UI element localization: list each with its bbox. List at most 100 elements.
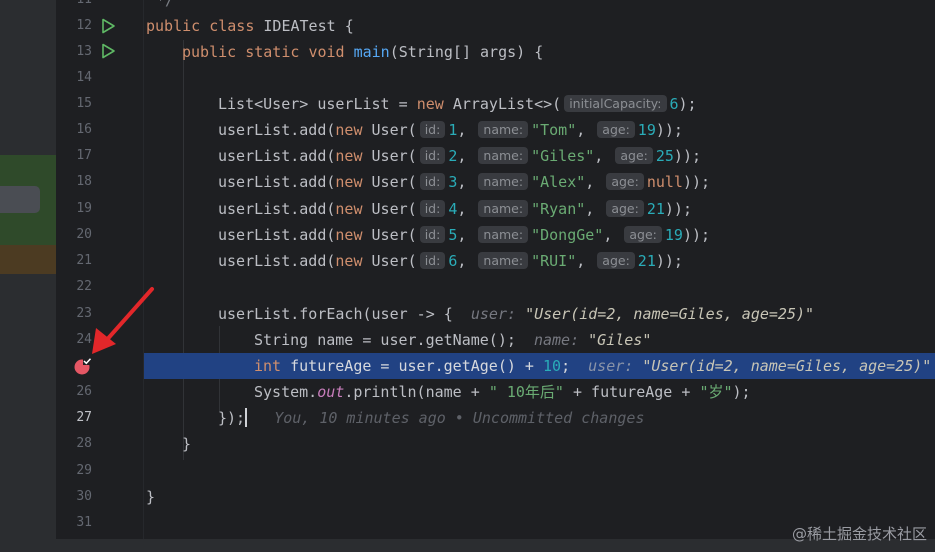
code-text: )); (673, 147, 702, 165)
code-line-26[interactable]: System.out.println(name + " 10年后" + futu… (254, 379, 751, 405)
param-hint: age: (597, 121, 635, 138)
code-text: userList.add( (218, 173, 336, 191)
code-line-18[interactable]: userList.add(new User(id: 3, name: "Alex",… (218, 169, 710, 195)
keyword: public (182, 43, 237, 61)
debug-inlay-value: "Giles" (588, 331, 652, 349)
code-text: + futureAge + (563, 383, 700, 401)
string-literal: "Alex" (531, 173, 586, 191)
param-hint: id: (419, 173, 446, 190)
code-line-21[interactable]: userList.add(new User(id: 6, name: "RUI", … (218, 248, 683, 274)
keyword: new (335, 173, 363, 191)
number-literal: 3 (448, 173, 458, 191)
debug-inlay-label: name: (533, 331, 580, 349)
code-line-30[interactable]: } (146, 484, 155, 510)
code-line-28[interactable]: } (182, 431, 191, 457)
line-number: 30 (76, 489, 92, 504)
param-hint: age: (606, 173, 644, 190)
code-text: User( (371, 226, 417, 244)
line-number: 20 (76, 227, 92, 242)
number-literal: 4 (448, 200, 458, 218)
string-literal: "岁" (699, 383, 733, 401)
code-text: ; (561, 357, 571, 375)
keyword: int (254, 357, 282, 375)
param-hint: age: (597, 252, 635, 269)
param-hint: id: (419, 252, 446, 269)
keyword: new (335, 147, 363, 165)
param-hint: id: (419, 200, 446, 217)
code-comment-end: */ (156, 0, 175, 9)
code-line-27[interactable]: }); You, 10 minutes ago • Uncommitted ch… (218, 405, 644, 431)
code-text: userList.add( (218, 252, 336, 270)
gutter-separator (143, 0, 144, 552)
debug-inlay-label: user: (470, 305, 517, 323)
code-text: userList.add( (218, 121, 336, 139)
brace: { (344, 17, 354, 35)
code-line-12[interactable]: public class IDEATest { (146, 13, 354, 39)
debug-inlay-label: user: (588, 357, 634, 375)
watermark: @稀土掘金技术社区 (791, 525, 927, 543)
line-number: 13 (76, 44, 92, 59)
code-text: userList.add( (218, 147, 336, 165)
run-icon[interactable] (100, 43, 116, 59)
keyword: class (209, 17, 255, 35)
string-literal: "Tom" (531, 121, 577, 139)
line-number: 28 (76, 436, 92, 451)
param-hint: name: (478, 121, 529, 138)
code-text: futureAge = user.getAge() + (290, 357, 543, 375)
line-number: 26 (76, 384, 92, 399)
line-number: 16 (76, 122, 92, 137)
code-text: )); (682, 173, 711, 191)
keyword: public (146, 17, 201, 35)
breakpoint-icon[interactable] (74, 357, 92, 375)
param-hint: name: (478, 173, 529, 190)
keyword: static (245, 43, 300, 61)
code-text: User( (371, 200, 417, 218)
param-hint: initialCapacity: (564, 95, 667, 112)
string-literal: " 10年后" (488, 383, 564, 401)
panel-button[interactable] (0, 186, 40, 213)
left-tool-panel (0, 0, 56, 552)
code-text: )); (664, 200, 692, 218)
debug-inlay-value: "User(id=2, name=Giles, age=25)" (525, 305, 815, 323)
code-text: User( (371, 173, 417, 191)
param-hint: name: (478, 147, 529, 164)
code-text: String name = user.getName(); (254, 331, 516, 349)
code-line-15[interactable]: List<User> userList = new ArrayList<>(in… (218, 91, 697, 117)
code-line-20[interactable]: userList.add(new User(id: 5, name: "DongGe… (218, 222, 710, 248)
code-line-23[interactable]: userList.forEach(user -> { user: "User(i… (218, 301, 814, 327)
number-literal: 25 (655, 147, 674, 165)
keyword: new (335, 226, 363, 244)
code-line-19[interactable]: userList.add(new User(id: 4, name: "Ryan",… (218, 196, 692, 222)
param-hint: name: (478, 252, 529, 269)
code-text: userList.forEach(user -> { (218, 305, 453, 323)
code-line-17[interactable]: userList.add(new User(id: 2, name: "Giles"… (218, 143, 701, 169)
param-hint: id: (419, 147, 446, 164)
code-text: ); (678, 95, 697, 113)
param-hint: age: (606, 200, 644, 217)
keyword: new (416, 95, 444, 113)
code-line-13[interactable]: public static void main(String[] args) { (182, 39, 543, 65)
panel-highlight-brown (0, 245, 56, 274)
line-number: 14 (76, 70, 92, 85)
line-number: 23 (76, 306, 92, 321)
string-literal: "Ryan" (531, 200, 586, 218)
code-text: userList.add( (218, 226, 336, 244)
keyword: new (335, 252, 363, 270)
param-hint: id: (419, 121, 446, 138)
code-text: ArrayList<>( (452, 95, 562, 113)
line-number: 21 (76, 253, 92, 268)
code-text: }); (218, 409, 246, 427)
run-icon[interactable] (100, 18, 116, 34)
number-literal: 5 (448, 226, 458, 244)
keyword: void (308, 43, 345, 61)
line-number-current: 27 (76, 410, 92, 425)
code-text: )); (655, 121, 683, 139)
line-number: 12 (76, 18, 92, 33)
code-line-16[interactable]: userList.add(new User(id: 1, name: "Tom", … (218, 117, 683, 143)
code-line-25-current[interactable]: int futureAge = user.getAge() + 10; user… (254, 353, 931, 379)
line-number: 22 (76, 279, 92, 294)
code-line-24[interactable]: String name = user.getName(); name: "Gil… (254, 327, 651, 353)
string-literal: "DongGe" (531, 226, 604, 244)
param-hint: age: (624, 226, 662, 243)
line-number: 31 (76, 515, 92, 530)
